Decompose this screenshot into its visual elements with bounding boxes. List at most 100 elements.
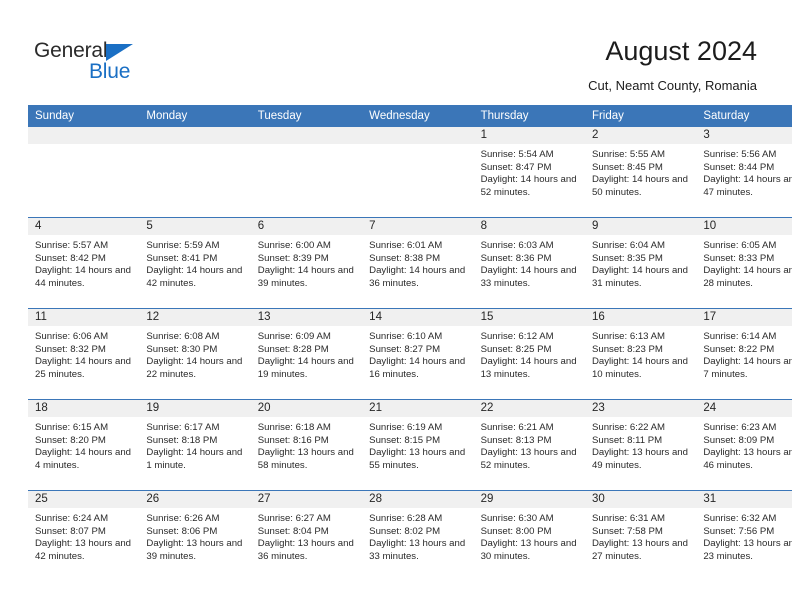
calendar-day-cell[interactable]: 6 Sunrise: 6:00 AM Sunset: 8:39 PM Daylight… [250,217,363,309]
calendar-day-cell[interactable]: 1 Sunrise: 5:54 AM Sunset: 8:47 PM Daylight… [473,127,585,218]
daylight-text: Daylight: 14 hours and 52 minutes. [480,174,577,198]
sunrise-text: Sunrise: 6:32 AM [703,513,777,524]
calendar-day-cell[interactable]: 24 Sunrise: 6:23 AM Sunset: 8:09 PM Dayligh… [696,399,792,491]
calendar-day-cell[interactable]: 7 Sunrise: 6:01 AM Sunset: 8:38 PM Daylight… [362,217,474,309]
calendar-day-cell[interactable]: 26 Sunrise: 6:26 AM Sunset: 8:06 PM Dayligh… [139,490,251,581]
daylight-text: Daylight: 13 hours and 49 minutes. [591,447,688,471]
day-sun-info: Sunrise: 6:31 AM Sunset: 7:58 PM Daylight:… [585,508,696,563]
daylight-text: Daylight: 14 hours and 16 minutes. [369,356,466,380]
calendar-day-cell[interactable]: 21 Sunrise: 6:19 AM Sunset: 8:15 PM Dayligh… [362,399,474,491]
sunrise-text: Sunrise: 6:26 AM [146,513,220,524]
sunset-text: Sunset: 8:07 PM [35,525,106,537]
day-number [362,127,474,144]
sunrise-text: Sunrise: 6:04 AM [591,240,666,251]
day-number: 21 [362,400,474,417]
sunrise-text: Sunrise: 5:54 AM [480,149,554,160]
day-number: 26 [139,491,251,508]
sunrise-text: Sunrise: 5:59 AM [146,240,220,251]
daylight-text: Daylight: 13 hours and 46 minutes. [703,447,792,471]
day-sun-info: Sunrise: 5:55 AM Sunset: 8:45 PM Daylight:… [585,144,696,199]
day-sun-info: Sunrise: 6:28 AM Sunset: 8:02 PM Daylight:… [362,508,473,563]
sunset-text: Sunset: 8:35 PM [591,252,663,264]
daylight-text: Daylight: 14 hours and 10 minutes. [591,356,688,380]
daylight-text: Daylight: 13 hours and 23 minutes. [703,538,792,562]
sunset-text: Sunset: 8:47 PM [480,161,552,173]
calendar-week-row: 11 Sunrise: 6:06 AM Sunset: 8:32 PM Dayligh… [28,308,792,400]
calendar-day-cell[interactable]: 4 Sunrise: 5:57 AM Sunset: 8:42 PM Daylight… [28,217,140,309]
calendar-day-cell[interactable]: 12 Sunrise: 6:08 AM Sunset: 8:30 PM Dayligh… [139,308,251,400]
day-number: 6 [250,218,363,235]
day-number: 1 [473,127,585,144]
day-sun-info: Sunrise: 6:19 AM Sunset: 8:15 PM Daylight:… [362,417,473,472]
weekday-header-thursday: Thursday [473,105,585,127]
day-number [250,127,363,144]
sunrise-text: Sunrise: 6:22 AM [591,422,666,433]
sunset-text: Sunset: 8:30 PM [146,343,218,355]
calendar-day-cell[interactable]: 27 Sunrise: 6:27 AM Sunset: 8:04 PM Dayligh… [250,490,363,581]
daylight-text: Daylight: 14 hours and 47 minutes. [703,174,792,198]
day-sun-info: Sunrise: 6:01 AM Sunset: 8:38 PM Daylight:… [362,235,473,290]
calendar-day-cell[interactable]: 16 Sunrise: 6:13 AM Sunset: 8:23 PM Dayligh… [584,308,697,400]
day-number: 14 [362,309,474,326]
calendar-day-cell[interactable]: 2 Sunrise: 5:55 AM Sunset: 8:45 PM Daylight… [584,127,697,218]
calendar-day-cell[interactable]: 29 Sunrise: 6:30 AM Sunset: 8:00 PM Dayligh… [473,490,585,581]
calendar-day-cell[interactable]: 28 Sunrise: 6:28 AM Sunset: 8:02 PM Dayligh… [362,490,474,581]
calendar-week-row: 1 Sunrise: 5:54 AM Sunset: 8:47 PM Daylight… [28,127,792,218]
calendar-grid: Sunday Monday Tuesday Wednesday Thursday Frid… [28,105,792,581]
weekday-header-tuesday: Tuesday [250,105,363,127]
calendar-day-cell[interactable]: 15 Sunrise: 6:12 AM Sunset: 8:25 PM Dayligh… [473,308,585,400]
sunset-text: Sunset: 7:56 PM [703,525,775,537]
daylight-text: Daylight: 14 hours and 36 minutes. [369,265,466,289]
day-number: 5 [139,218,251,235]
day-number: 8 [473,218,585,235]
sunset-text: Sunset: 8:04 PM [257,525,329,537]
calendar-day-cell[interactable]: 17 Sunrise: 6:14 AM Sunset: 8:22 PM Dayligh… [696,308,792,400]
sunrise-text: Sunrise: 6:21 AM [480,422,554,433]
logo-text-blue: Blue [89,60,131,83]
day-sun-info: Sunrise: 6:30 AM Sunset: 8:00 PM Daylight:… [474,508,585,563]
calendar-day-cell[interactable]: 31 Sunrise: 6:32 AM Sunset: 7:56 PM Dayligh… [696,490,792,581]
day-sun-info: Sunrise: 6:26 AM Sunset: 8:06 PM Daylight:… [139,508,250,563]
calendar-day-cell[interactable]: 18 Sunrise: 6:15 AM Sunset: 8:20 PM Dayligh… [28,399,140,491]
daylight-text: Daylight: 14 hours and 50 minutes. [591,174,688,198]
day-sun-info: Sunrise: 6:05 AM Sunset: 8:33 PM Daylight:… [696,235,792,290]
calendar-day-cell[interactable]: 30 Sunrise: 6:31 AM Sunset: 7:58 PM Dayligh… [584,490,697,581]
calendar-day-cell[interactable]: 14 Sunrise: 6:10 AM Sunset: 8:27 PM Dayligh… [362,308,474,400]
calendar-day-cell[interactable]: 19 Sunrise: 6:17 AM Sunset: 8:18 PM Dayligh… [139,399,251,491]
sunset-text: Sunset: 8:06 PM [146,525,218,537]
page-subtitle: Cut, Neamt County, Romania [588,78,757,93]
calendar-day-cell[interactable]: 13 Sunrise: 6:09 AM Sunset: 8:28 PM Dayligh… [250,308,363,400]
day-number: 29 [473,491,585,508]
calendar-day-cell[interactable]: 3 Sunrise: 5:56 AM Sunset: 8:44 PM Daylight… [696,127,792,218]
day-sun-info: Sunrise: 5:57 AM Sunset: 8:42 PM Daylight:… [28,235,139,290]
day-sun-info: Sunrise: 6:09 AM Sunset: 8:28 PM Daylight:… [251,326,362,381]
calendar-day-cell[interactable]: 20 Sunrise: 6:18 AM Sunset: 8:16 PM Dayligh… [250,399,363,491]
day-sun-info: Sunrise: 5:54 AM Sunset: 8:47 PM Daylight:… [474,144,585,199]
calendar-day-cell[interactable]: 11 Sunrise: 6:06 AM Sunset: 8:32 PM Dayligh… [28,308,140,400]
sunset-text: Sunset: 8:20 PM [35,434,106,446]
calendar-day-cell[interactable]: 25 Sunrise: 6:24 AM Sunset: 8:07 PM Dayligh… [28,490,140,581]
calendar-day-cell[interactable]: 8 Sunrise: 6:03 AM Sunset: 8:36 PM Daylight… [473,217,585,309]
sunrise-text: Sunrise: 6:19 AM [369,422,443,433]
calendar-day-cell[interactable]: 22 Sunrise: 6:21 AM Sunset: 8:13 PM Dayligh… [473,399,585,491]
calendar-day-cell[interactable]: 23 Sunrise: 6:22 AM Sunset: 8:11 PM Dayligh… [584,399,697,491]
sunrise-text: Sunrise: 6:03 AM [480,240,554,251]
daylight-text: Daylight: 13 hours and 33 minutes. [369,538,466,562]
sunset-text: Sunset: 8:18 PM [146,434,218,446]
day-sun-info: Sunrise: 6:22 AM Sunset: 8:11 PM Daylight:… [585,417,696,472]
day-sun-info: Sunrise: 6:21 AM Sunset: 8:13 PM Daylight:… [474,417,585,472]
calendar-day-cell[interactable]: 9 Sunrise: 6:04 AM Sunset: 8:35 PM Daylight… [584,217,697,309]
sunrise-text: Sunrise: 6:10 AM [369,331,443,342]
sunrise-text: Sunrise: 6:24 AM [35,513,109,524]
calendar-page: General Blue August 2024 Cut, Neamt Coun… [0,0,792,612]
weekday-header-wednesday: Wednesday [362,105,474,127]
sunset-text: Sunset: 8:44 PM [703,161,775,173]
daylight-text: Daylight: 13 hours and 52 minutes. [480,447,577,471]
day-sun-info: Sunrise: 6:18 AM Sunset: 8:16 PM Daylight:… [251,417,362,472]
day-number: 27 [250,491,363,508]
day-number: 19 [139,400,251,417]
sunrise-text: Sunrise: 5:57 AM [35,240,109,251]
calendar-day-cell[interactable]: 10 Sunrise: 6:05 AM Sunset: 8:33 PM Dayligh… [696,217,792,309]
calendar-body: 1 Sunrise: 5:54 AM Sunset: 8:47 PM Daylight… [28,127,792,581]
calendar-day-cell[interactable]: 5 Sunrise: 5:59 AM Sunset: 8:41 PM Daylight… [139,217,251,309]
